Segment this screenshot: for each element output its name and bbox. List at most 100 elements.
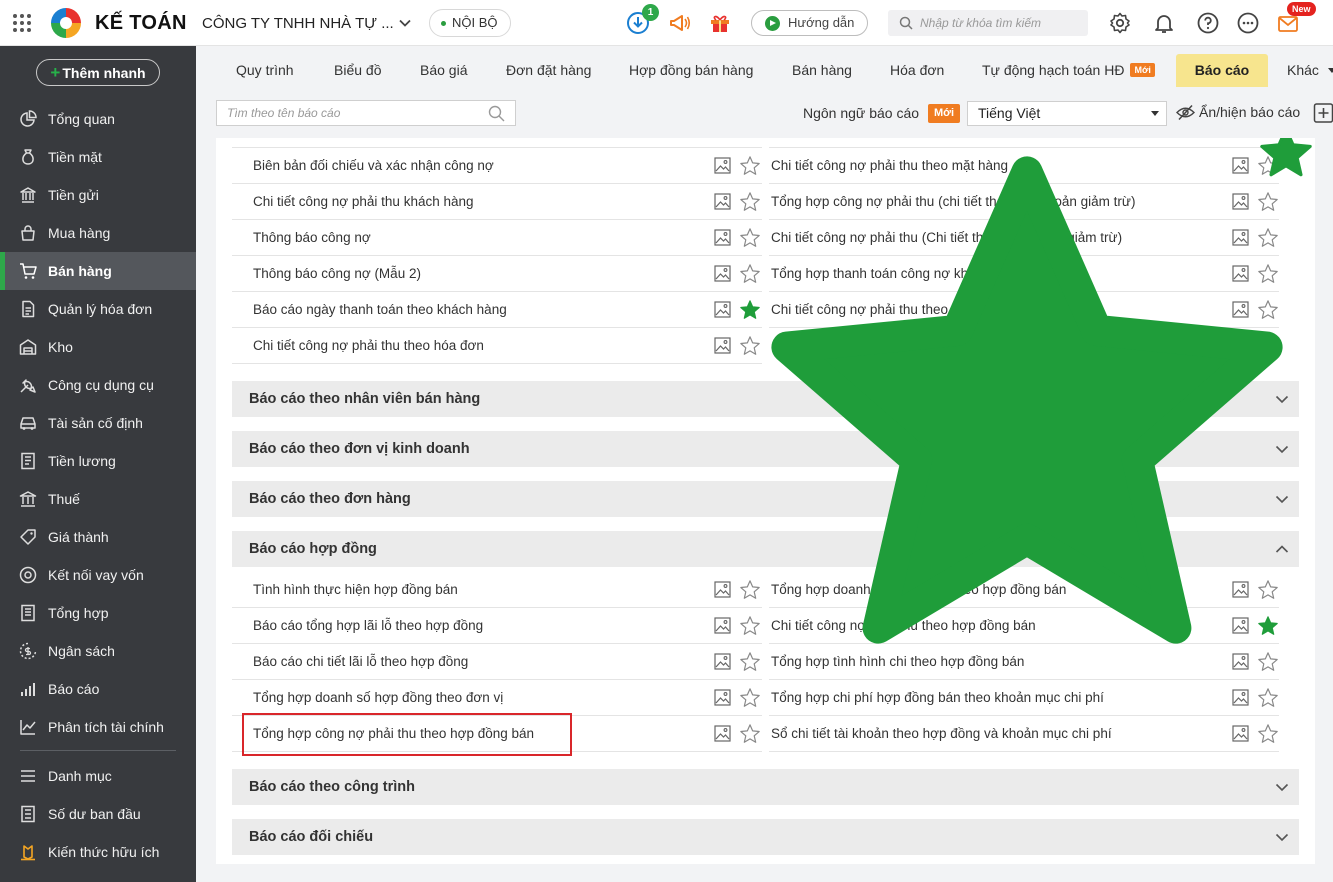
star-filled-icon[interactable] [739,138,1315,700]
tab-sales[interactable]: Bán hàng [792,54,852,87]
tab-invoices[interactable]: Hóa đơn [890,54,944,87]
sidebar-item-summary[interactable]: Tổng hợp [0,594,196,632]
star-outline-icon[interactable] [1257,723,1279,745]
report-row[interactable]: Biên bản đối chiếu và xác nhận công nợ [232,148,762,184]
gear-icon[interactable] [1108,11,1132,35]
brand-name: KẾ TOÁN [95,12,187,34]
more-icon[interactable] [1236,11,1260,35]
sidebar-item-invoices[interactable]: Quản lý hóa đơn [0,290,196,328]
caret-down-icon [1327,68,1333,73]
app-grid-icon[interactable] [12,13,32,33]
report-name: Thông báo công nợ (Mẫu 2) [253,266,421,281]
report-search-input[interactable] [227,101,482,125]
sidebar-item-cash[interactable]: Tiền mặt [0,138,196,176]
tab-process[interactable]: Quy trình [236,54,294,87]
report-row[interactable]: Báo cáo tổng hợp lãi lỗ theo hợp đồng [232,608,762,644]
report-name: Chi tiết công nợ phải thu theo hóa đơn [253,338,484,353]
sidebar-item-categories[interactable]: Danh mục [0,757,196,795]
quick-add-button[interactable]: + Thêm nhanh [36,59,160,86]
sidebar-item-tax[interactable]: Thuế [0,480,196,518]
bank-icon [20,187,36,203]
tab-more[interactable]: Khác [1287,54,1333,87]
sidebar: + Thêm nhanh Tổng quan Tiền mặt Tiền gửi … [0,46,196,882]
sidebar-item-fixed-assets[interactable]: Tài sản cố định [0,404,196,442]
report-row[interactable]: Tình hình thực hiện hợp đồng bán [232,572,762,608]
star-filled-icon[interactable] [1257,138,1315,182]
section-header[interactable]: Báo cáo đối chiếu [232,819,1299,855]
image-preview-icon[interactable] [714,301,731,318]
sidebar-item-costing[interactable]: Giá thành [0,518,196,556]
image-preview-icon[interactable] [714,193,731,210]
gift-icon[interactable] [708,11,732,35]
report-name: Thông báo công nợ [253,230,371,245]
sidebar-item-financial-analysis[interactable]: Phân tích tài chính [0,708,196,746]
sidebar-item-label: Tổng quan [48,111,115,127]
top-bar: KẾ TOÁN CÔNG TY TNHH NHÀ TỰ ... NỘI BỘ 1… [0,0,1333,46]
sidebar-item-deposits[interactable]: Tiền gửi [0,176,196,214]
tab-label: Tự động hạch toán HĐ [982,62,1125,78]
language-select[interactable]: Tiếng Việt [967,101,1167,126]
tab-auto-accounting[interactable]: Tự động hạch toán HĐ Mới [982,54,1155,87]
eye-slash-icon [1176,104,1195,121]
report-row[interactable]: Thông báo công nợ [232,220,762,256]
sidebar-item-label: Mua hàng [48,225,111,241]
payroll-icon [21,452,35,470]
play-icon [765,16,780,31]
sidebar-item-sales[interactable]: Bán hàng [0,252,196,290]
tab-sales-contracts[interactable]: Hợp đồng bán hàng [629,54,753,87]
scope-selector[interactable]: NỘI BỘ [429,9,511,37]
report-row[interactable]: Sổ chi tiết tài khoản theo hợp đồng và k… [769,716,1279,752]
chevron-down-icon[interactable] [398,16,412,30]
global-search-input[interactable] [920,10,1080,36]
sidebar-item-budget[interactable]: Ngân sách [0,632,196,670]
star-outline-icon[interactable] [739,723,761,745]
image-preview-icon[interactable] [714,265,731,282]
invoice-icon [22,300,35,318]
image-preview-icon[interactable] [714,725,731,742]
help-icon[interactable] [1196,11,1220,35]
bar-chart-icon [21,683,35,696]
add-icon[interactable] [1313,102,1333,124]
image-preview-icon[interactable] [714,617,731,634]
image-preview-icon[interactable] [714,337,731,354]
image-preview-icon[interactable] [714,689,731,706]
tab-quotes[interactable]: Báo giá [420,54,467,87]
company-name[interactable]: CÔNG TY TNHH NHÀ TỰ ... [202,15,394,32]
global-search[interactable] [888,10,1088,36]
report-row[interactable]: Thông báo công nợ (Mẫu 2) [232,256,762,292]
new-badge: Mới [1130,63,1155,77]
report-row[interactable]: Tổng hợp doanh số hợp đồng theo đơn vị [232,680,762,716]
report-search[interactable] [216,100,516,126]
report-name: Báo cáo chi tiết lãi lỗ theo hợp đồng [253,654,469,669]
sidebar-item-knowledge[interactable]: Kiến thức hữu ích [0,833,196,871]
section-title: Báo cáo hợp đồng [249,541,377,557]
bell-icon[interactable] [1152,11,1176,35]
report-list-panel: Biên bản đối chiếu và xác nhận công nợ C… [216,138,1315,864]
section-header[interactable]: Báo cáo theo công trình [232,769,1299,805]
report-row[interactable]: Chi tiết công nợ phải thu theo hóa đơn [232,328,762,364]
sidebar-item-warehouse[interactable]: Kho [0,328,196,366]
report-row[interactable]: Báo cáo ngày thanh toán theo khách hàng [232,292,762,328]
guide-button[interactable]: Hướng dẫn [751,10,868,36]
image-preview-icon[interactable] [714,581,731,598]
show-hide-reports-button[interactable]: Ẩn/hiện báo cáo [1176,104,1300,121]
sidebar-item-loans[interactable]: Kết nối vay vốn [0,556,196,594]
report-row[interactable]: Chi tiết công nợ phải thu khách hàng [232,184,762,220]
image-preview-icon[interactable] [714,653,731,670]
report-row[interactable]: Báo cáo chi tiết lãi lỗ theo hợp đồng [232,644,762,680]
sidebar-item-opening-balance[interactable]: Số dư ban đầu [0,795,196,833]
sidebar-item-purchasing[interactable]: Mua hàng [0,214,196,252]
tab-reports[interactable]: Báo cáo [1176,54,1268,87]
sidebar-item-overview[interactable]: Tổng quan [0,100,196,138]
sidebar-item-tools[interactable]: Công cụ dụng cụ [0,366,196,404]
megaphone-icon[interactable] [668,11,692,35]
tab-sales-orders[interactable]: Đơn đặt hàng [506,54,591,87]
image-preview-icon[interactable] [714,157,731,174]
tab-charts[interactable]: Biểu đồ [334,54,381,87]
sidebar-item-payroll[interactable]: Tiền lương [0,442,196,480]
image-preview-icon[interactable] [1232,725,1249,742]
app-logo-icon[interactable] [50,7,82,39]
sidebar-item-label: Quản lý hóa đơn [48,301,153,317]
image-preview-icon[interactable] [714,229,731,246]
sidebar-item-reports[interactable]: Báo cáo [0,670,196,708]
